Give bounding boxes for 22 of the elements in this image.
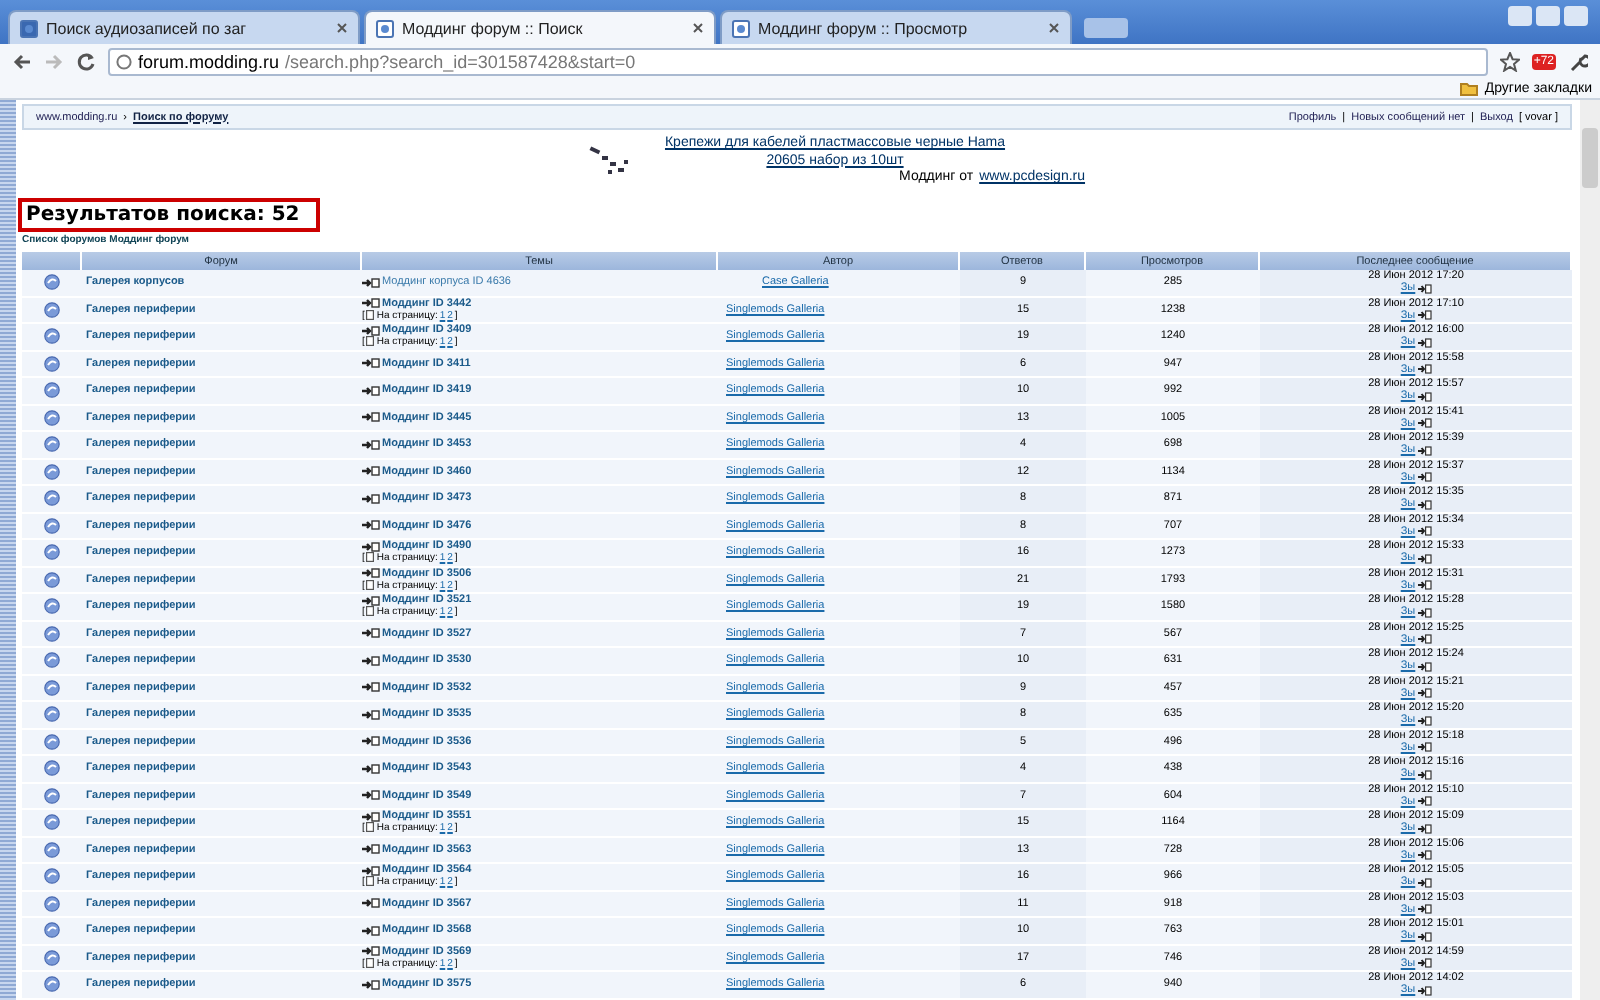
maximize-button[interactable]	[1536, 6, 1560, 26]
minimize-button[interactable]	[1508, 6, 1532, 26]
browser-tab[interactable]: Моддинг форум :: Просмотр	[720, 10, 1072, 44]
reload-icon	[76, 52, 96, 72]
close-button[interactable]	[1564, 6, 1588, 26]
address-bar[interactable]: forum.modding.ru /search.php?search_id=301587428&start=0	[108, 48, 1488, 76]
page-icon	[732, 19, 750, 37]
close-icon	[1048, 22, 1060, 34]
star-icon	[1499, 52, 1520, 72]
new-tab-button[interactable]	[1084, 18, 1128, 38]
page-icon	[376, 19, 394, 37]
browser-tab[interactable]: Поиск аудиозаписей по заг	[8, 10, 360, 44]
page-icon	[20, 19, 38, 37]
close-icon	[692, 22, 704, 34]
globe-icon	[116, 54, 132, 70]
wrench-icon	[1568, 52, 1588, 72]
browser-tab[interactable]: Моддинг форум :: Поиск	[364, 10, 716, 44]
close-icon	[336, 22, 348, 34]
scrollbar[interactable]	[1580, 100, 1600, 1000]
forward-icon	[44, 52, 64, 72]
back-icon	[12, 52, 32, 72]
results-heading: Результатов поиска: 52	[18, 198, 320, 232]
